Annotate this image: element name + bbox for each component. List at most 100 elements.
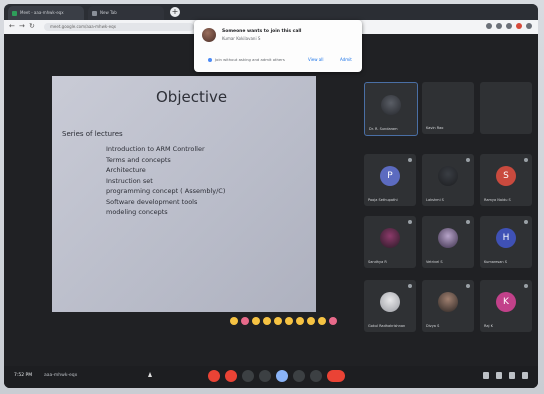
participant-name: Divya S	[426, 324, 440, 328]
admit-button[interactable]: Admit	[340, 57, 352, 62]
reaction-icon[interactable]	[296, 317, 304, 325]
present-icon[interactable]	[276, 370, 288, 382]
mic-off-icon	[466, 284, 470, 288]
extension-icon[interactable]	[496, 23, 502, 29]
slide-title: Objective	[156, 88, 228, 106]
forward-arrow-icon[interactable]: →	[19, 22, 25, 30]
camera-toggle-icon[interactable]	[225, 370, 237, 382]
reaction-icon[interactable]	[252, 317, 260, 325]
tab-label: New Tab	[100, 10, 117, 15]
mouse-cursor-icon	[148, 372, 152, 377]
mic-off-icon	[408, 220, 412, 224]
more-options-icon[interactable]	[310, 370, 322, 382]
participant-name: Lakshmi S	[426, 198, 444, 202]
participant-avatar: K	[496, 292, 516, 312]
participant-tile[interactable]: Kavin Rao	[422, 82, 474, 134]
chat-icon[interactable]	[509, 372, 515, 379]
browser-tabbar: Meet - aaa-mhwk-eqx New Tab +	[4, 4, 538, 20]
reaction-icon[interactable]	[230, 317, 238, 325]
participant-photo	[438, 292, 458, 312]
reaction-icon[interactable]	[318, 317, 326, 325]
tab-new[interactable]: New Tab	[88, 6, 164, 20]
back-arrow-icon[interactable]: ←	[9, 22, 15, 30]
slide-bullet: Introduction to ARM Controller	[106, 145, 205, 153]
extension-icon[interactable]	[486, 23, 492, 29]
extension-icon[interactable]	[506, 23, 512, 29]
call-controls	[208, 370, 345, 382]
meet-favicon-icon	[12, 10, 17, 16]
participant-tile[interactable]: Sandhya R	[364, 216, 416, 268]
meet-stage: Objective Series of lectures Introductio…	[4, 34, 538, 388]
clock: 7:52 PM	[14, 373, 33, 378]
popup-footer: Join without asking and admit others Vie…	[208, 57, 358, 62]
mic-off-icon	[524, 220, 528, 224]
mic-off-icon	[524, 158, 528, 162]
mic-toggle-icon[interactable]	[208, 370, 220, 382]
side-controls	[483, 372, 528, 379]
address-bar[interactable]: meet.google.com/aaa-mhwk-eqx	[44, 23, 194, 31]
profile-icon[interactable]	[516, 23, 522, 29]
reaction-icon[interactable]	[329, 317, 337, 325]
participant-tile[interactable]: Vetrivel S	[422, 216, 474, 268]
popup-requester-name: Kumar Kokilavani S	[222, 36, 261, 41]
mic-off-icon	[524, 284, 528, 288]
participant-name: Pooja Sethupathi	[368, 198, 398, 202]
presentation-slide: Objective Series of lectures Introductio…	[52, 76, 316, 312]
reaction-icon[interactable]	[241, 317, 249, 325]
meeting-code: aaa-mhwk-eqx	[44, 373, 78, 378]
info-icon[interactable]	[483, 372, 489, 379]
view-all-button[interactable]: View all	[308, 57, 323, 62]
slide-bullets: Introduction to ARM Controller Terms and…	[106, 144, 225, 218]
reaction-icon[interactable]	[274, 317, 282, 325]
slide-bullet: Terms and concepts	[106, 155, 171, 164]
participant-photo	[381, 95, 401, 115]
leave-call-icon[interactable]	[327, 370, 345, 382]
participant-tile[interactable]	[480, 82, 532, 134]
participant-avatar: P	[380, 166, 400, 186]
participant-tile[interactable]: Dr. R. Sundaram	[364, 82, 418, 136]
slide-bullet: Software development tools	[106, 197, 198, 206]
reaction-icon[interactable]	[263, 317, 271, 325]
participant-tile[interactable]: P Pooja Sethupathi	[364, 154, 416, 206]
reload-icon[interactable]: ↻	[29, 22, 35, 30]
slide-bullet: programming concept ( Assembly/C)	[106, 187, 226, 195]
new-tab-plus-icon[interactable]: +	[170, 7, 180, 17]
slide-bullet: modeling concepts	[106, 208, 168, 216]
slide-lead: Series of lectures	[62, 130, 123, 138]
participant-tile[interactable]: Divya S	[422, 280, 474, 332]
mic-off-icon	[408, 158, 412, 162]
participant-tile[interactable]: H Kumaresan S	[480, 216, 532, 268]
reaction-icon[interactable]	[285, 317, 293, 325]
monitor-screen: Meet - aaa-mhwk-eqx New Tab + ← → ↻ meet…	[4, 4, 538, 388]
tab-meet[interactable]: Meet - aaa-mhwk-eqx	[8, 6, 84, 20]
requester-avatar	[202, 28, 216, 42]
join-request-popup: Someone wants to join this call Kumar Ko…	[194, 20, 362, 72]
emoji-icon[interactable]	[259, 370, 271, 382]
participant-name: Kumaresan S	[484, 260, 507, 264]
mic-off-icon	[466, 158, 470, 162]
toolbar-extensions	[486, 23, 532, 29]
menu-dots-icon[interactable]	[526, 23, 532, 29]
participant-name: Dr. R. Sundaram	[369, 127, 398, 131]
participant-photo	[438, 166, 458, 186]
mic-off-icon	[408, 284, 412, 288]
participant-name: Raj K	[484, 324, 493, 328]
popup-note: Join without asking and admit others	[215, 57, 285, 62]
raise-hand-icon[interactable]	[293, 370, 305, 382]
participant-name: Sandhya R	[368, 260, 387, 264]
participant-tile[interactable]: Gokul Radhakrishnan	[364, 280, 416, 332]
participant-photo	[380, 292, 400, 312]
shield-icon	[208, 58, 212, 62]
tab-label: Meet - aaa-mhwk-eqx	[20, 10, 64, 15]
participant-name: Gokul Radhakrishnan	[368, 324, 406, 328]
participant-name: Kavin Rao	[426, 126, 444, 130]
captions-icon[interactable]	[242, 370, 254, 382]
new-tab-favicon-icon	[92, 10, 97, 16]
reaction-icon[interactable]	[307, 317, 315, 325]
participant-name: Vetrivel S	[426, 260, 443, 264]
activities-icon[interactable]	[522, 372, 528, 379]
participant-tile[interactable]: S Ramya Naidu S	[480, 154, 532, 206]
people-icon[interactable]	[496, 372, 502, 379]
participant-tile[interactable]: Lakshmi S	[422, 154, 474, 206]
participant-tile[interactable]: K Raj K	[480, 280, 532, 332]
